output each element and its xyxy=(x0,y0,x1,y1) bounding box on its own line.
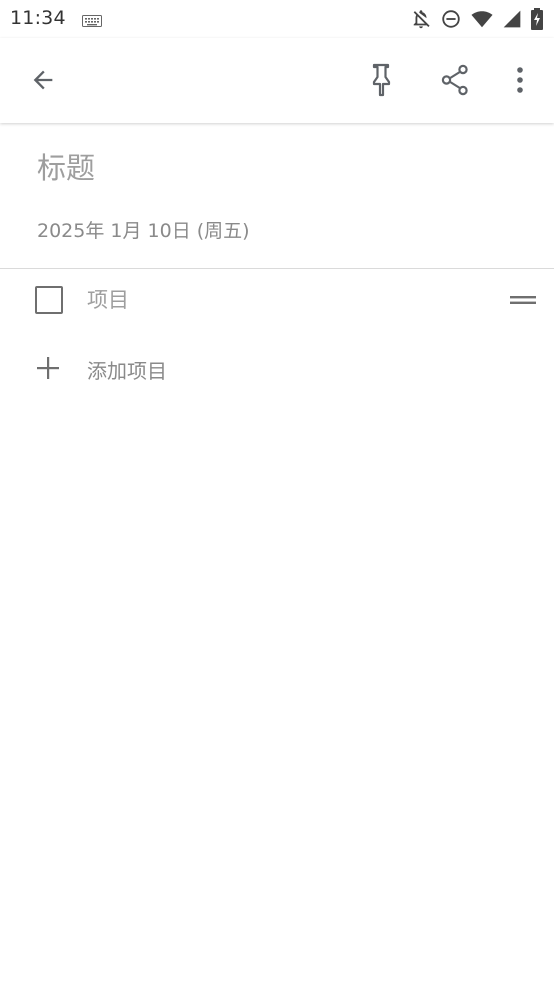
keyboard-icon xyxy=(82,12,102,31)
pin-icon xyxy=(372,63,391,97)
do-not-disturb-icon xyxy=(440,8,462,30)
more-options-button[interactable] xyxy=(496,56,544,104)
status-icons xyxy=(410,7,544,31)
add-icon xyxy=(34,354,62,386)
status-bar: 11:34 xyxy=(0,0,554,38)
drag-handle-icon xyxy=(510,296,536,304)
arrow-back-icon xyxy=(33,70,53,90)
item-text-input[interactable] xyxy=(87,284,467,316)
add-item-button[interactable]: 添加项目 xyxy=(0,340,300,396)
app-bar xyxy=(0,38,554,123)
drag-handle[interactable] xyxy=(505,287,541,313)
more-vert-icon xyxy=(517,67,523,93)
divider xyxy=(0,268,554,269)
share-icon xyxy=(441,64,468,96)
note-title-input[interactable] xyxy=(37,148,517,188)
pin-button[interactable] xyxy=(357,56,405,104)
note-date: 2025年 1月 10日 (周五) xyxy=(37,220,250,242)
back-button[interactable] xyxy=(19,56,67,104)
status-time: 11:34 xyxy=(10,7,66,29)
add-item-label: 添加项目 xyxy=(87,359,167,383)
checklist-item xyxy=(0,270,554,332)
wifi-icon xyxy=(470,8,494,30)
item-checkbox[interactable] xyxy=(35,286,63,314)
battery-charging-icon xyxy=(530,7,544,31)
share-button[interactable] xyxy=(431,56,479,104)
notifications-off-icon xyxy=(410,8,432,30)
cell-signal-icon xyxy=(502,9,522,29)
